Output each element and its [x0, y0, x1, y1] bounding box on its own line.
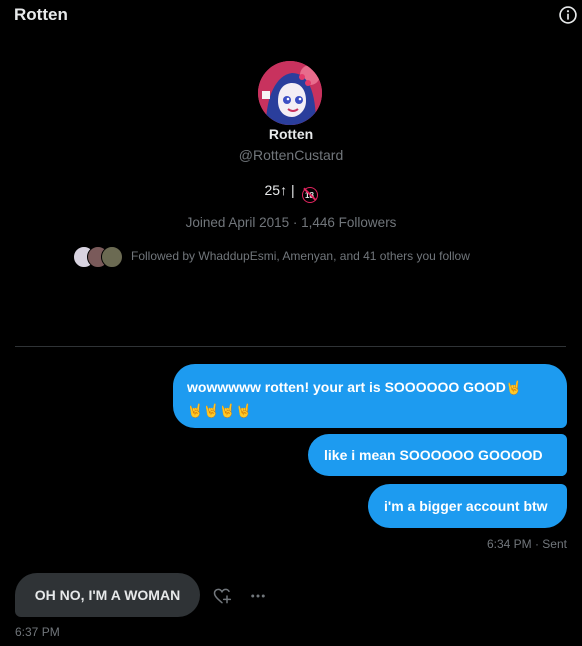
anime-avatar-icon: [258, 61, 322, 125]
message-text: like i mean SOOOOOO GOOOOD: [324, 447, 543, 463]
received-time: 6:37 PM: [15, 625, 60, 639]
profile-handle[interactable]: @RottenCustard: [0, 147, 582, 163]
follower-avatars: [73, 244, 123, 268]
followed-by-row[interactable]: Followed by WhaddupEsmi, Amenyan, and 41…: [73, 243, 470, 269]
info-icon[interactable]: [558, 5, 578, 25]
sent-status: 6:34 PM · Sent: [486, 537, 567, 551]
divider: [15, 346, 566, 347]
rock-on-emoji-icon: 🤘: [505, 380, 523, 395]
add-reaction-icon[interactable]: [212, 586, 232, 606]
rock-on-emoji-row: 🤘🤘🤘🤘: [187, 403, 252, 418]
more-options-icon[interactable]: [249, 587, 267, 605]
message-text: i'm a bigger account btw: [384, 498, 548, 514]
no-under-18-icon: 18: [301, 187, 318, 203]
bio-text: 25↑ |: [264, 182, 299, 198]
sent-message-1[interactable]: wowwwww rotten! your art is SOOOOOO GOOD…: [173, 364, 567, 428]
sent-message-2[interactable]: like i mean SOOOOOO GOOOOD: [308, 434, 567, 476]
profile-name[interactable]: Rotten: [0, 126, 582, 142]
conversation-title: Rotten: [14, 5, 68, 24]
message-text: OH NO, I'M A WOMAN: [34, 587, 181, 603]
message-text: wowwwww rotten! your art is SOOOOOO GOOD: [187, 379, 506, 395]
received-message[interactable]: OH NO, I'M A WOMAN: [15, 573, 200, 617]
follower-avatar-3: [101, 246, 123, 268]
avatar[interactable]: [258, 61, 322, 125]
profile-meta: Joined April 2015 · 1,446 Followers: [185, 215, 397, 230]
profile-bio: 25↑ | 18: [0, 182, 582, 203]
followed-by-text: Followed by WhaddupEsmi, Amenyan, and 41…: [131, 249, 470, 263]
sent-message-3[interactable]: i'm a bigger account btw: [368, 484, 567, 528]
